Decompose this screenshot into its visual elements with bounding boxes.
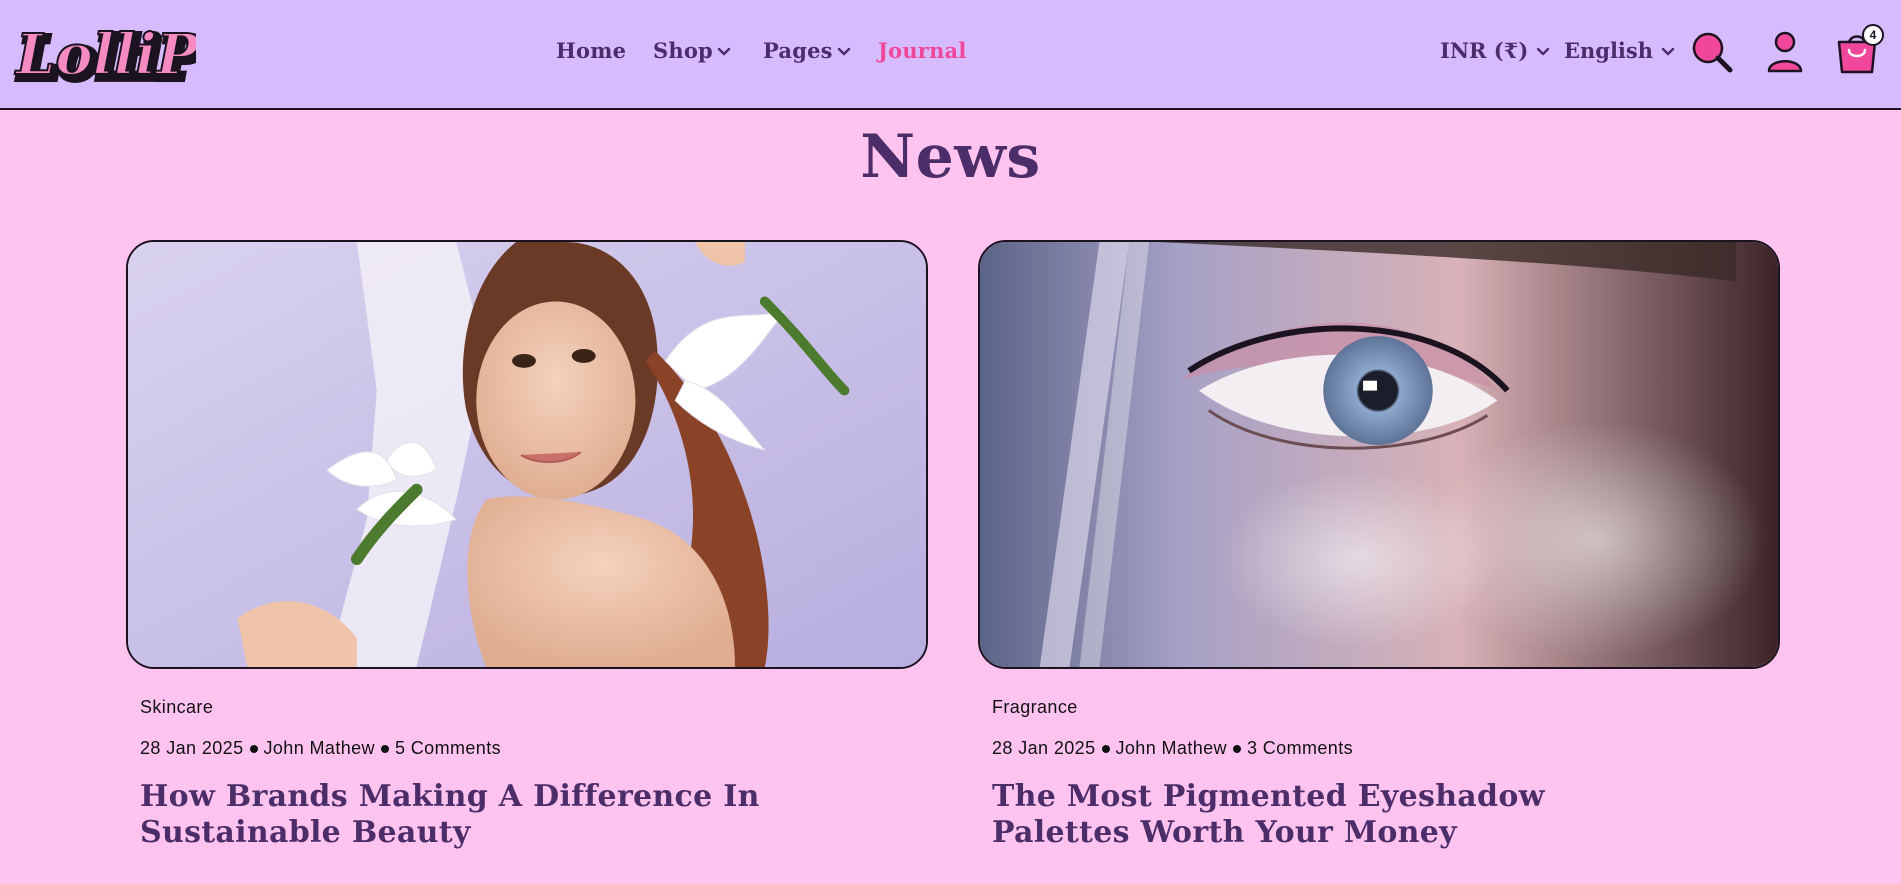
- search-icon: [1692, 32, 1733, 73]
- post-card: Skincare 28 Jan 2025 John Mathew 5 Comme…: [126, 240, 928, 879]
- nav-shop-label: Shop: [653, 38, 713, 63]
- nav-journal[interactable]: Journal: [878, 38, 967, 63]
- page-title: News: [860, 122, 1041, 192]
- post-meta: 28 Jan 2025 John Mathew 5 Comments: [140, 738, 928, 759]
- post-meta: 28 Jan 2025 John Mathew 3 Comments: [992, 738, 1780, 759]
- site-header: LolliPop LolliPop Home Shop Pages Journa…: [0, 0, 1901, 110]
- chevron-down-icon: [717, 44, 731, 58]
- currency-label: INR (₹): [1440, 38, 1529, 63]
- meta-separator-dot: [1232, 744, 1241, 753]
- woman-with-lilies-image: [128, 242, 926, 667]
- post-category[interactable]: Skincare: [140, 697, 213, 718]
- post-body: Skincare 28 Jan 2025 John Mathew 5 Comme…: [126, 669, 928, 851]
- language-label: English: [1564, 38, 1654, 63]
- post-author[interactable]: John Mathew: [264, 738, 375, 759]
- chevron-down-icon: [1661, 44, 1675, 58]
- meta-separator-dot: [1101, 744, 1110, 753]
- post-title[interactable]: The Most Pigmented Eyeshadow Palettes Wo…: [992, 779, 1632, 851]
- post-date: 28 Jan 2025: [140, 738, 244, 758]
- post-date: 28 Jan 2025: [992, 738, 1096, 758]
- nav-pages-label: Pages: [763, 38, 833, 63]
- post-category[interactable]: Fragrance: [992, 697, 1078, 718]
- cart-count-badge: 4: [1862, 24, 1884, 46]
- post-title[interactable]: How Brands Making A Difference In Sustai…: [140, 779, 780, 851]
- nav-journal-label: Journal: [878, 38, 967, 63]
- cart-button[interactable]: 4: [1836, 24, 1884, 74]
- nav-shop[interactable]: Shop: [653, 38, 731, 63]
- chevron-down-icon: [837, 44, 851, 58]
- chevron-down-icon: [1536, 44, 1550, 58]
- post-image-link[interactable]: [126, 240, 928, 669]
- user-icon: [1767, 31, 1803, 73]
- nav-home[interactable]: Home: [556, 38, 626, 63]
- post-card: Fragrance 28 Jan 2025 John Mathew 3 Comm…: [978, 240, 1780, 879]
- post-comments[interactable]: 3 Comments: [1247, 738, 1353, 759]
- post-body: Fragrance 28 Jan 2025 John Mathew 3 Comm…: [978, 669, 1780, 851]
- search-button[interactable]: [1690, 30, 1734, 74]
- post-comments[interactable]: 5 Comments: [395, 738, 501, 759]
- meta-separator-dot: [380, 744, 389, 753]
- nav-pages[interactable]: Pages: [763, 38, 851, 63]
- nav-home-label: Home: [556, 38, 627, 63]
- post-image-link[interactable]: [978, 240, 1780, 669]
- glitter-eye-closeup-image: [980, 242, 1778, 667]
- currency-selector[interactable]: INR (₹): [1440, 38, 1550, 63]
- account-button[interactable]: [1766, 30, 1804, 74]
- post-author[interactable]: John Mathew: [1116, 738, 1227, 759]
- meta-separator-dot: [249, 744, 258, 753]
- language-selector[interactable]: English: [1564, 38, 1675, 63]
